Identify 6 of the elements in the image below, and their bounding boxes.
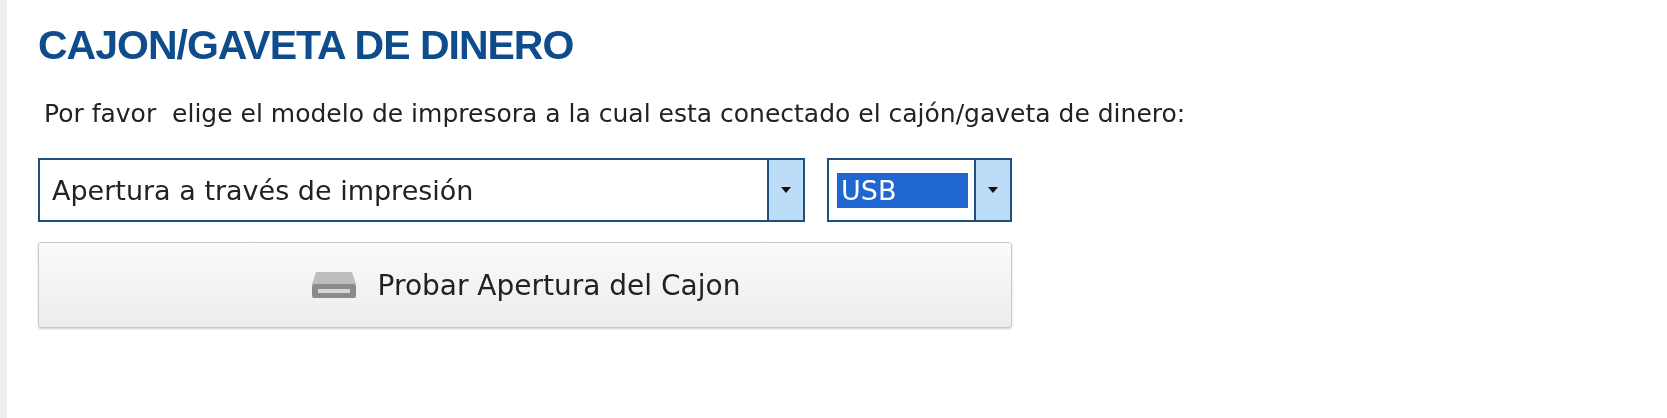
test-drawer-button[interactable]: Probar Apertura del Cajon	[38, 242, 1012, 328]
section-title: CAJON/GAVETA DE DINERO	[38, 22, 574, 69]
instruction-text: Por favor elige el modelo de impresora a la cual esta conectado el cajón/gaveta de dinero:	[44, 99, 1186, 128]
drawer-icon	[309, 270, 358, 300]
dropdown[interactable]: USB	[827, 158, 1012, 222]
dropdown[interactable]: Apertura a través de impresión	[38, 158, 805, 222]
